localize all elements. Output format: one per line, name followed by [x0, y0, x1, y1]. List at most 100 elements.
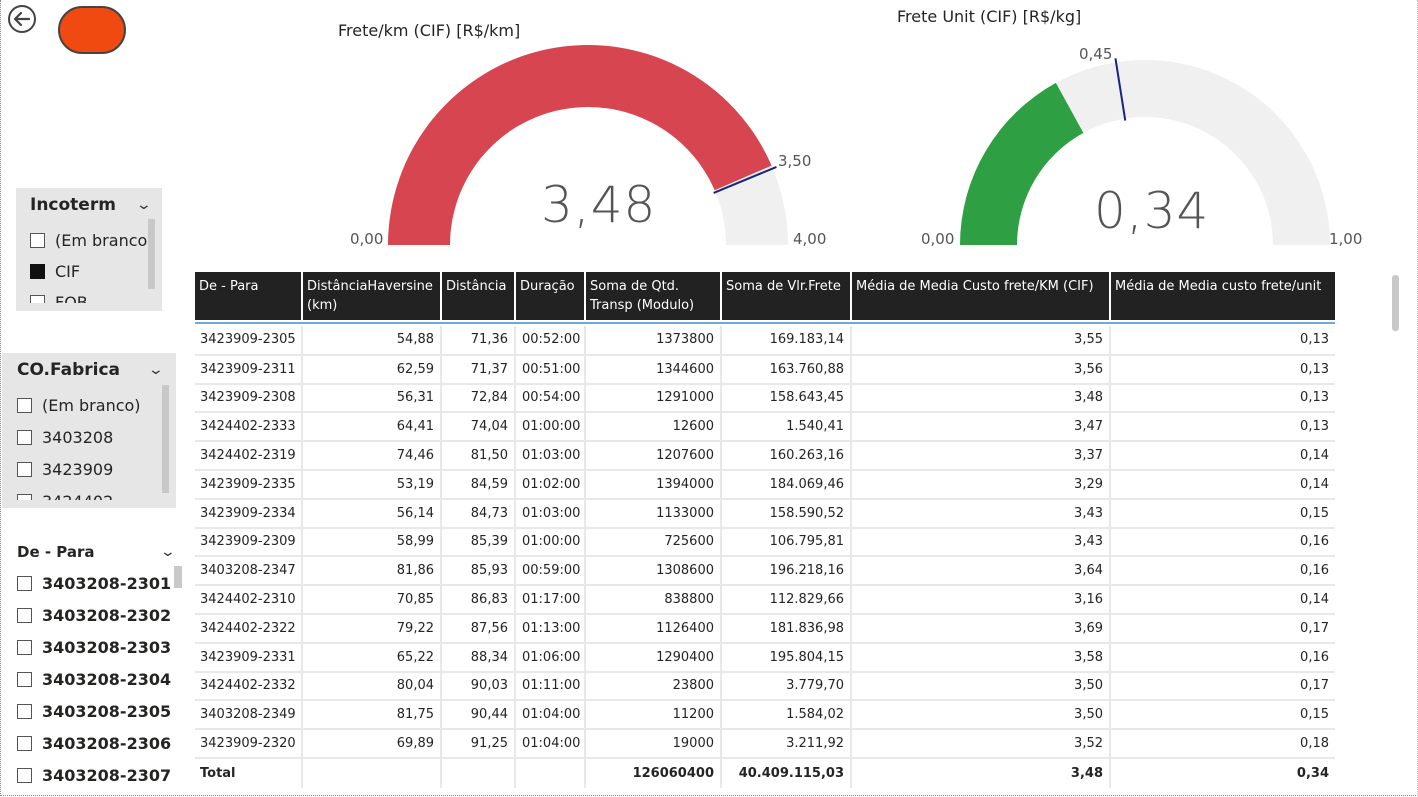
data-table: De - Para DistânciaHaversine (km) Distân… — [195, 272, 1336, 788]
table-cell: 158.590,52 — [721, 498, 852, 529]
table-cell: 1394000 — [585, 469, 722, 500]
table-total-cell: 3,48 — [851, 756, 1111, 788]
slicer-depara-item[interactable]: 3403208-2302 — [17, 599, 182, 631]
gauge-km-min-label: 0,00 — [350, 230, 384, 248]
slicer-depara-item[interactable]: 3403208-2301 — [17, 567, 182, 599]
checkbox[interactable] — [17, 397, 32, 413]
checkbox[interactable] — [30, 233, 45, 248]
slicer-cofabrica-item[interactable]: 3423909 — [17, 453, 176, 485]
checkbox[interactable] — [17, 607, 32, 623]
column-header[interactable]: Média de Media Custo frete/KM (CIF) — [851, 272, 1111, 320]
table-cell: 3423909-2334 — [195, 498, 303, 529]
gauge-unit-value: 0,34 — [1094, 182, 1210, 240]
table-cell: 56,14 — [302, 498, 442, 529]
table-cell: 19000 — [585, 729, 722, 759]
table-cell: 3423909-2305 — [195, 326, 303, 356]
table-row[interactable]: 3424402-2319 74,46 81,50 01:03:00 1207600 160… — [195, 441, 1335, 471]
table-total-cell: 0,34 — [1110, 756, 1335, 788]
slicer-item-label: 3403208-2303 — [42, 637, 172, 657]
slicer-depara-item[interactable]: 3403208-2303 — [17, 631, 182, 663]
table-cell: 3423909-2320 — [195, 729, 303, 759]
checkbox-checked[interactable] — [30, 264, 45, 279]
table-row[interactable]: 3424402-2310 70,85 86,83 01:17:00 838800 112.… — [195, 585, 1335, 615]
chevron-down-icon[interactable]: ⌄ — [148, 362, 164, 378]
table-cell: 3423909-2308 — [195, 383, 303, 414]
table-cell: 01:04:00 — [515, 700, 586, 731]
table-cell: 3,37 — [851, 441, 1111, 471]
table-row[interactable]: 3424402-2322 79,22 87,56 01:13:00 1126400 181… — [195, 613, 1335, 644]
slicer-item-label: FOB — [55, 293, 88, 303]
table-row[interactable]: 3423909-2334 56,14 84,73 01:03:00 1133000 158… — [195, 498, 1335, 529]
table-cell: 00:51:00 — [515, 354, 586, 385]
checkbox[interactable] — [17, 671, 32, 687]
checkbox[interactable] — [17, 429, 32, 445]
table-row[interactable]: 3423909-2335 53,19 84,59 01:02:00 1394000 184… — [195, 469, 1335, 500]
table-cell: 3424402-2319 — [195, 441, 303, 471]
table-row[interactable]: 3403208-2349 81,75 90,44 01:04:00 11200 1.584… — [195, 700, 1335, 731]
table-cell: 0,17 — [1110, 613, 1335, 644]
column-header[interactable]: Soma de Vlr.Frete — [721, 272, 852, 320]
slicer-incoterm-item[interactable]: (Em branco) — [30, 225, 162, 256]
table-cell: 0,15 — [1110, 498, 1335, 529]
checkbox[interactable] — [30, 295, 45, 303]
slicer-incoterm-item[interactable]: FOB — [30, 287, 162, 303]
slicer-depara-title: De - Para — [17, 543, 95, 561]
table-cell: 1133000 — [585, 498, 722, 529]
slicer-cofabrica-item[interactable]: (Em branco) — [17, 389, 176, 421]
slicer-item-label: 3403208 — [42, 427, 114, 447]
slicer-depara-item[interactable]: 3403208-2307 — [17, 759, 182, 791]
table-row[interactable]: 3424402-2333 64,41 74,04 01:00:00 12600 1.540… — [195, 412, 1335, 443]
table-cell: 86,83 — [441, 585, 516, 615]
column-header[interactable]: Duração — [515, 272, 586, 320]
back-button[interactable] — [8, 5, 36, 33]
slicer-cofabrica-item[interactable]: 3424402 — [17, 485, 176, 500]
table-row[interactable]: 3423909-2320 69,89 91,25 01:04:00 19000 3.211… — [195, 729, 1335, 759]
column-header[interactable]: Distância — [441, 272, 516, 320]
table-cell: 725600 — [585, 527, 722, 558]
column-header[interactable]: DistânciaHaversine (km) — [302, 272, 442, 320]
gauge-unit-title: Frete Unit (CIF) [R$/kg] — [897, 7, 1082, 26]
gauge-km-title: Frete/km (CIF) [R$/km] — [338, 21, 521, 40]
table-cell: 1.584,02 — [721, 700, 852, 731]
checkbox[interactable] — [17, 461, 32, 477]
table-row[interactable]: 3403208-2347 81,86 85,93 00:59:00 1308600 196… — [195, 556, 1335, 587]
slicer-depara-item[interactable]: 3403208-2306 — [17, 727, 182, 759]
checkbox[interactable] — [17, 575, 32, 591]
slicer-scrollbar[interactable] — [174, 566, 182, 588]
column-header[interactable]: Soma de Qtd. Transp (Modulo) — [585, 272, 722, 320]
slicer-depara-item[interactable]: 3403208-2305 — [17, 695, 182, 727]
table-cell: 71,36 — [441, 326, 516, 356]
table-row[interactable]: 3423909-2309 58,99 85,39 01:00:00 725600 106.… — [195, 527, 1335, 558]
checkbox[interactable] — [17, 703, 32, 719]
column-header[interactable]: Média de Media custo frete/unit — [1110, 272, 1335, 320]
checkbox[interactable] — [17, 767, 32, 783]
table-scrollbar[interactable] — [1392, 275, 1399, 331]
slicer-scrollbar[interactable] — [148, 219, 155, 289]
column-header[interactable]: De - Para — [195, 272, 303, 320]
checkbox[interactable] — [17, 735, 32, 751]
table-row[interactable]: 3423909-2305 54,88 71,36 00:52:00 1373800 169… — [195, 326, 1335, 356]
table-cell: 196.218,16 — [721, 556, 852, 587]
table-cell: 158.643,45 — [721, 383, 852, 414]
chevron-down-icon[interactable]: ⌄ — [160, 544, 176, 560]
table-row[interactable]: 3423909-2311 62,59 71,37 00:51:00 1344600 163… — [195, 354, 1335, 385]
orange-action-button[interactable] — [58, 6, 126, 54]
checkbox[interactable] — [17, 493, 32, 500]
checkbox[interactable] — [17, 639, 32, 655]
slicer-incoterm-item[interactable]: CIF — [30, 256, 162, 287]
table-cell: 01:06:00 — [515, 642, 586, 673]
table-cell: 58,99 — [302, 527, 442, 558]
chevron-down-icon[interactable]: ⌄ — [136, 197, 152, 213]
slicer-item-label: 3403208-2305 — [42, 701, 172, 721]
gauge-unit-min-label: 0,00 — [921, 230, 955, 248]
slicer-scrollbar[interactable] — [162, 385, 169, 493]
table-total-cell — [441, 756, 516, 788]
table-row[interactable]: 3423909-2308 56,31 72,84 00:54:00 1291000 158… — [195, 383, 1335, 414]
table-total-cell: 126060400 — [585, 756, 722, 788]
table-row[interactable]: 3423909-2331 65,22 88,34 01:06:00 1290400 195… — [195, 642, 1335, 673]
table-row[interactable]: 3424402-2332 80,04 90,03 01:11:00 23800 3.779… — [195, 671, 1335, 702]
slicer-cofabrica-item[interactable]: 3403208 — [17, 421, 176, 453]
table-cell: 1373800 — [585, 326, 722, 356]
slicer-depara-item[interactable]: 3403208-2304 — [17, 663, 182, 695]
table-cell: 23800 — [585, 671, 722, 702]
